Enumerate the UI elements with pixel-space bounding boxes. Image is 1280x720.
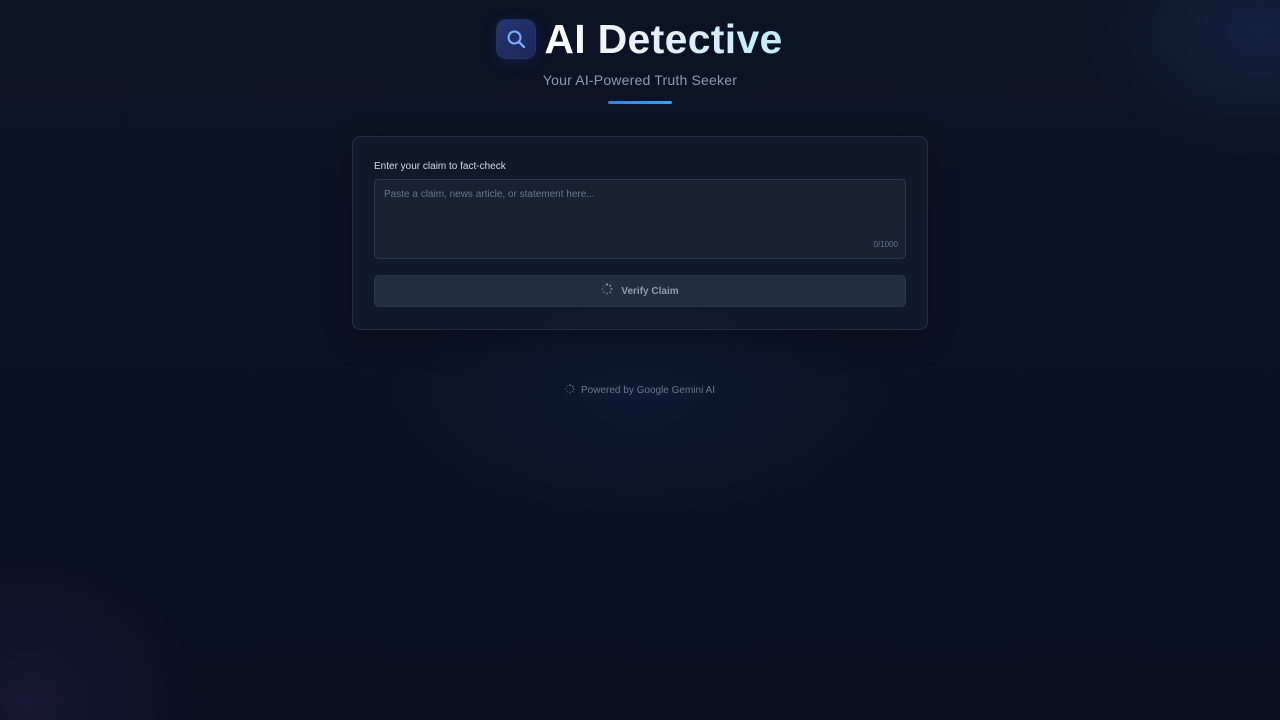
verify-claim-label: Verify Claim xyxy=(621,285,679,297)
search-icon xyxy=(497,20,536,58)
char-count: 0/1000 xyxy=(873,240,898,249)
claim-form-card: Enter your claim to fact-check Paste a c… xyxy=(352,136,928,330)
title-underline xyxy=(608,101,672,104)
app-title: AI Detective xyxy=(544,16,783,62)
claim-textarea[interactable]: Paste a claim, news article, or statemen… xyxy=(374,179,906,259)
claim-textarea-placeholder: Paste a claim, news article, or statemen… xyxy=(384,189,595,200)
spinner-icon xyxy=(565,381,575,399)
claim-field-label: Enter your claim to fact-check xyxy=(374,161,506,172)
verify-claim-button[interactable]: Verify Claim xyxy=(374,275,906,307)
subtitle: Your AI-Powered Truth Seeker xyxy=(542,72,738,88)
header: AI Detective Your AI-Powered Truth Seeke… xyxy=(0,0,1280,110)
powered-by-text: Powered by Google Gemini AI xyxy=(581,384,715,396)
footer: Powered by Google Gemini AI xyxy=(0,381,1280,399)
title-row: AI Detective xyxy=(0,16,1280,62)
loading-spinner-icon xyxy=(601,282,613,300)
